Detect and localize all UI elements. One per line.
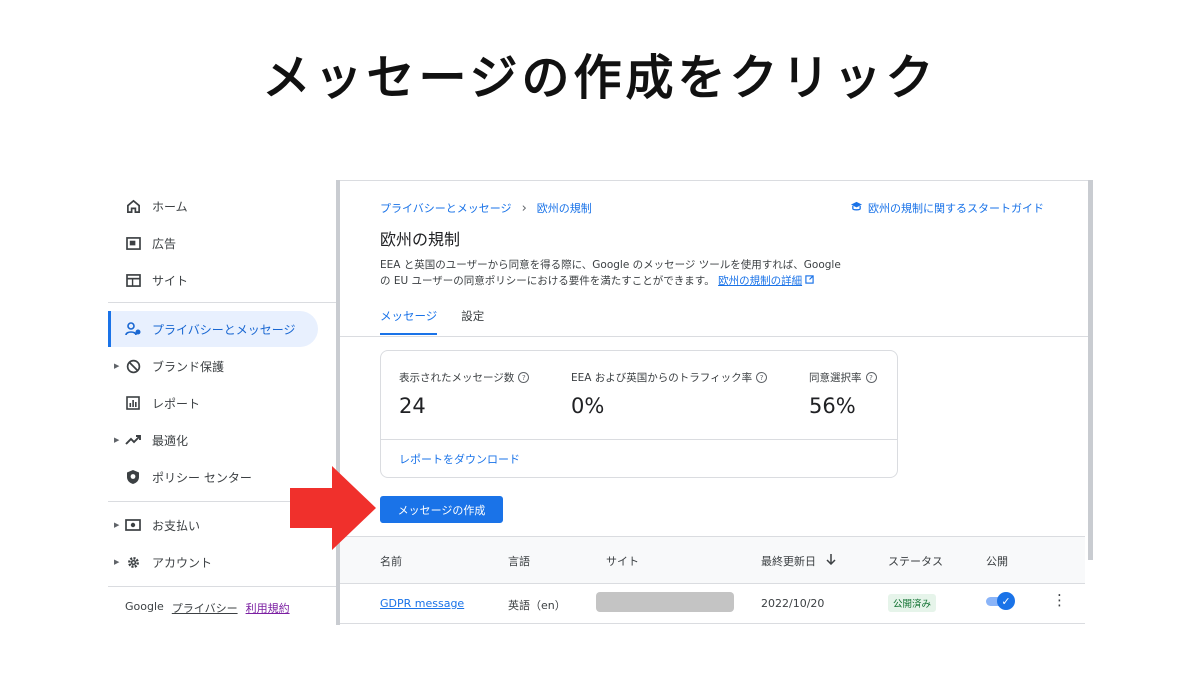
sidebar-divider: [108, 586, 336, 587]
page-description: EEA と英国のユーザーから同意を得る際に、Google のメッセージ ツールを…: [380, 257, 880, 289]
column-site[interactable]: サイト: [606, 553, 639, 569]
start-guide-label: 欧州の規制に関するスタートガイド: [868, 202, 1044, 215]
stat-label: 同意選択率: [809, 372, 862, 384]
row-divider: [340, 623, 1085, 624]
column-language[interactable]: 言語: [508, 553, 530, 569]
sidebar-item-account[interactable]: ▶ アカウント: [108, 544, 318, 580]
sidebar-item-label: 最適化: [152, 433, 189, 448]
red-arrow-pointer: [290, 466, 376, 550]
screenshot-frame: ホーム 広告 サイト プライバシーとメッセージ ▶ ブランド保護 レポート ▶ …: [108, 180, 1093, 625]
stat-consent-rate: 同意選択率? 56%: [809, 370, 877, 418]
stat-value: 24: [399, 394, 426, 418]
table-header: 名前 言語 サイト 最終更新日 ステータス 公開: [340, 536, 1085, 584]
column-publish[interactable]: 公開: [986, 553, 1008, 569]
breadcrumb-current[interactable]: 欧州の規制: [537, 200, 592, 216]
stat-value: 56%: [809, 394, 856, 418]
sidebar-item-label: アカウント: [152, 555, 213, 570]
scrollbar[interactable]: [1088, 180, 1093, 560]
browser-icon: [124, 271, 142, 289]
sidebar-item-brand-safety[interactable]: ▶ ブランド保護: [108, 348, 318, 384]
main-content: プライバシーとメッセージ › 欧州の規制 欧州の規制に関するスタートガイド 欧州…: [340, 180, 1093, 625]
sidebar-item-privacy-messages[interactable]: プライバシーとメッセージ: [108, 311, 318, 347]
sidebar-item-label: サイト: [152, 273, 189, 288]
sidebar-item-sites[interactable]: サイト: [108, 262, 318, 298]
school-cap-icon: [850, 201, 863, 215]
help-icon[interactable]: ?: [518, 372, 530, 383]
redacted-site: [596, 592, 734, 612]
stat-label: EEA および英国からのトラフィック率: [571, 372, 753, 384]
description-line-1: EEA と英国のユーザーから同意を得る際に、Google のメッセージ ツールを…: [380, 259, 841, 271]
sidebar-footer: Google プライバシー 利用規約: [125, 600, 290, 616]
expand-caret-icon: ▶: [114, 521, 120, 529]
more-vert-icon[interactable]: ⋮: [1052, 593, 1067, 608]
publish-toggle[interactable]: ✓: [986, 592, 1015, 610]
sidebar-item-optimization[interactable]: ▶ 最適化: [108, 422, 318, 458]
sidebar-item-label: ブランド保護: [152, 359, 225, 374]
sidebar-item-label: 広告: [152, 236, 177, 251]
stat-traffic-rate: EEA および英国からのトラフィック率? 0%: [571, 370, 768, 418]
create-message-button[interactable]: メッセージの作成: [380, 496, 503, 523]
sidebar-item-label: お支払い: [152, 518, 201, 533]
regulation-details-link[interactable]: 欧州の規制の詳細: [718, 275, 802, 287]
sidebar-item-ads[interactable]: 広告: [108, 225, 318, 261]
external-link-icon: [805, 275, 815, 287]
start-guide-link[interactable]: 欧州の規制に関するスタートガイド: [850, 200, 1044, 216]
message-language: 英語（en）: [508, 599, 566, 612]
breadcrumb: プライバシーとメッセージ › 欧州の規制: [380, 200, 592, 216]
tab-settings[interactable]: 設定: [461, 308, 484, 335]
trending-up-icon: [124, 431, 142, 449]
payment-icon: [124, 516, 142, 534]
gear-icon: [124, 553, 142, 571]
privacy-user-icon: [124, 320, 142, 338]
sidebar-item-label: プライバシーとメッセージ: [152, 322, 296, 337]
ad-icon: [124, 234, 142, 252]
terms-link[interactable]: 利用規約: [246, 600, 290, 616]
sidebar-item-reports[interactable]: レポート: [108, 385, 318, 421]
report-chart-icon: [124, 394, 142, 412]
column-status[interactable]: ステータス: [888, 553, 943, 569]
help-icon[interactable]: ?: [865, 372, 877, 383]
sidebar-item-label: レポート: [152, 396, 201, 411]
sidebar-item-policy-center[interactable]: ポリシー センター: [108, 459, 318, 495]
check-icon: ✓: [997, 592, 1015, 610]
top-divider: [340, 180, 1093, 181]
sidebar: ホーム 広告 サイト プライバシーとメッセージ ▶ ブランド保護 レポート ▶ …: [108, 180, 340, 625]
instruction-headline: メッセージの作成をクリック: [262, 50, 938, 106]
tab-divider: [340, 336, 1093, 337]
stat-label: 表示されたメッセージ数: [399, 372, 515, 384]
expand-caret-icon: ▶: [114, 362, 120, 370]
chevron-right-icon: ›: [521, 200, 527, 216]
google-brand: Google: [125, 600, 164, 613]
column-updated[interactable]: 最終更新日: [761, 553, 836, 569]
description-line-2: の EU ユーザーの同意ポリシーにおける要件を満たすことができます。: [380, 275, 715, 287]
tab-bar: メッセージ 設定: [380, 308, 484, 335]
shield-icon: [124, 468, 142, 486]
sidebar-item-label: ホーム: [152, 199, 188, 214]
privacy-link[interactable]: プライバシー: [172, 600, 238, 616]
expand-caret-icon: ▶: [114, 558, 120, 566]
stat-value: 0%: [571, 394, 605, 418]
help-icon[interactable]: ?: [756, 372, 768, 383]
sidebar-item-label: ポリシー センター: [152, 470, 252, 485]
column-updated-label: 最終更新日: [761, 555, 816, 568]
stats-card: 表示されたメッセージ数? 24 EEA および英国からのトラフィック率? 0% …: [380, 350, 898, 478]
message-updated: 2022/10/20: [761, 597, 825, 610]
column-name[interactable]: 名前: [380, 553, 402, 569]
page-title: 欧州の規制: [380, 230, 461, 249]
message-name-link[interactable]: GDPR message: [380, 597, 464, 610]
sidebar-divider: [108, 302, 336, 303]
sidebar-item-payments[interactable]: ▶ お支払い: [108, 507, 318, 543]
stat-messages-shown: 表示されたメッセージ数? 24: [399, 370, 530, 418]
tab-messages[interactable]: メッセージ: [380, 308, 438, 335]
status-badge: 公開済み: [888, 594, 937, 612]
breadcrumb-parent[interactable]: プライバシーとメッセージ: [380, 200, 512, 216]
home-icon: [124, 197, 142, 215]
sidebar-item-home[interactable]: ホーム: [108, 188, 318, 224]
arrow-down-icon: [825, 554, 836, 568]
card-divider: [381, 439, 897, 440]
expand-caret-icon: ▶: [114, 436, 120, 444]
download-report-link[interactable]: レポートをダウンロード: [399, 451, 520, 467]
block-icon: [124, 357, 142, 375]
